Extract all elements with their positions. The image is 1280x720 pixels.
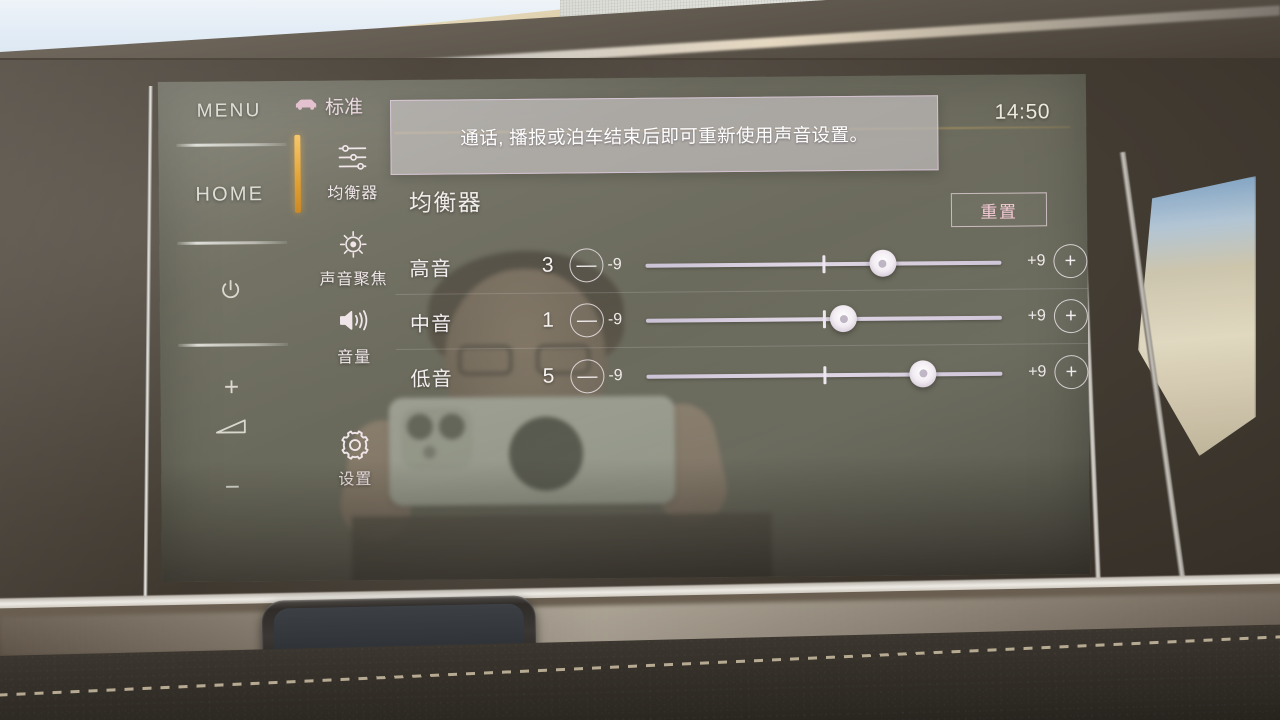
sidebar-item-label: 声音聚焦 — [319, 271, 388, 289]
slider-center-tick — [822, 365, 826, 384]
power-icon[interactable] — [168, 277, 294, 309]
slider-thumb[interactable] — [909, 359, 937, 388]
slider-track-area[interactable] — [645, 300, 1002, 337]
key-divider — [176, 142, 287, 147]
menu-key[interactable]: MENU — [166, 100, 292, 123]
key-divider — [177, 240, 288, 245]
sound-focus-target-icon — [299, 228, 407, 263]
slider-track-area[interactable] — [646, 355, 1003, 392]
sidebar-item-sound-focus[interactable]: 声音聚焦 — [299, 228, 408, 290]
sidebar-item-label: 均衡器 — [327, 185, 379, 203]
photo-of-car-infotainment-screen: MENU HOME + − 标准 14:50 均衡器 声音聚焦 音量 设置 均衡… — [0, 0, 1280, 720]
decrease-button[interactable]: — — [570, 358, 605, 393]
home-key[interactable]: HOME — [167, 183, 293, 207]
volume-down-key[interactable]: − — [169, 471, 295, 503]
ui-layer: MENU HOME + − 标准 14:50 均衡器 声音聚焦 音量 设置 均衡… — [158, 74, 1090, 582]
sidebar-item-label: 音量 — [337, 349, 372, 367]
slider-min-label: -9 — [607, 256, 622, 274]
slider-thumb[interactable] — [830, 304, 858, 333]
equalizer-row-treble: 高音 3 — -9 +9 + — [395, 233, 1088, 295]
slider-min-label: -9 — [607, 311, 623, 329]
notification-message: 通话, 播报或泊车结束后即可重新使用声音设置。 — [460, 123, 869, 148]
sidebar-item-settings[interactable]: 设置 — [301, 428, 410, 490]
decrease-button[interactable]: — — [569, 303, 605, 338]
increase-button[interactable]: + — [1053, 298, 1089, 334]
slider-track-area[interactable] — [645, 245, 1002, 282]
slider-center-tick — [821, 255, 826, 274]
slider-label: 高音 — [409, 258, 452, 281]
increase-button[interactable]: + — [1053, 243, 1088, 279]
slider-value: 3 — [541, 253, 554, 277]
slider-thumb[interactable] — [869, 249, 897, 277]
slider-value: 1 — [542, 308, 555, 332]
key-divider — [178, 342, 289, 347]
slider-center-tick — [822, 310, 826, 329]
slider-value: 5 — [542, 364, 555, 388]
equalizer-row-mid: 中音 1 — -9 +9 + — [395, 288, 1089, 350]
notification-banner[interactable]: 通话, 播报或泊车结束后即可重新使用声音设置。 — [390, 95, 939, 176]
volume-up-key[interactable]: + — [168, 371, 294, 403]
speaker-waves-icon — [300, 306, 408, 341]
reset-button[interactable]: 重置 — [950, 192, 1048, 228]
slider-max-label: +9 — [1027, 307, 1046, 325]
slider-label: 低音 — [410, 368, 453, 391]
slider-min-label: -9 — [608, 366, 623, 384]
infotainment-display[interactable]: MENU HOME + − 标准 14:50 均衡器 声音聚焦 音量 设置 均衡… — [157, 73, 1091, 583]
slider-max-label: +9 — [1027, 252, 1046, 270]
equalizer-row-bass: 低音 5 — -9 +9 + — [396, 344, 1089, 405]
equalizer-slider-list: 高音 3 — -9 +9 + 中音 1 — -9 +9 + 低音 5 — -9 … — [395, 233, 1089, 405]
gear-icon — [301, 428, 409, 463]
volume-wedge-icon[interactable] — [169, 417, 295, 443]
increase-button[interactable]: + — [1054, 354, 1089, 389]
sidebar-item-volume[interactable]: 音量 — [300, 306, 409, 368]
active-indicator-bar — [294, 134, 301, 213]
sidebar-item-label: 设置 — [338, 471, 373, 489]
decrease-button[interactable]: — — [569, 248, 604, 283]
page-title: 均衡器 — [408, 189, 483, 216]
slider-max-label: +9 — [1028, 362, 1047, 380]
hardware-key-column: MENU HOME + − — [166, 81, 296, 582]
slider-label: 中音 — [409, 312, 453, 336]
